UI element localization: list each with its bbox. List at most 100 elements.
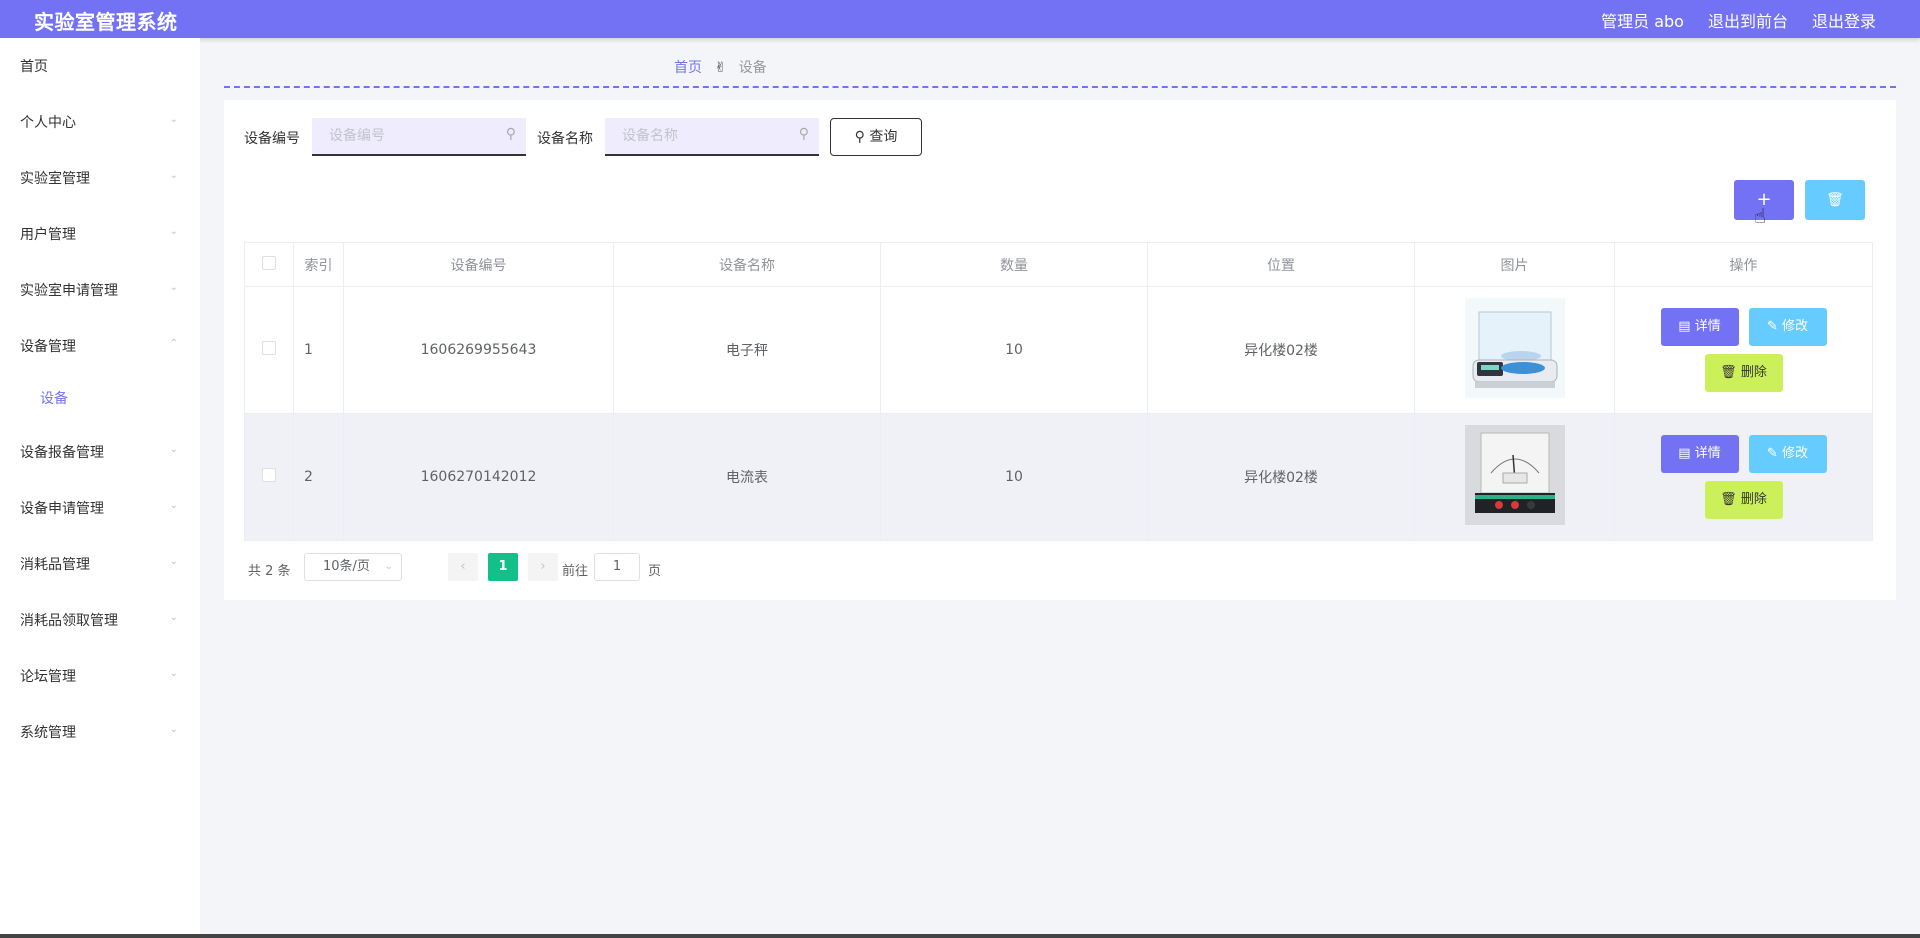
sidebar-item-consumable-pickup[interactable]: 消耗品领取管理 ⌄ (0, 600, 200, 640)
sidebar-item-label: 设备 (40, 391, 68, 407)
sidebar-item-user-management[interactable]: 用户管理 ⌄ (0, 214, 200, 254)
column-header: 操作 (1614, 242, 1873, 287)
column-header: 设备编号 (343, 242, 614, 287)
sidebar-item-home[interactable]: 首页 (0, 46, 200, 86)
select-all-checkbox[interactable] (262, 255, 276, 270)
device-code-input[interactable] (327, 118, 501, 154)
sidebar-item-personal-center[interactable]: 个人中心 ⌄ (0, 102, 200, 142)
cell-image (1414, 413, 1615, 541)
column-header: 图片 (1414, 242, 1615, 287)
chevron-down-icon: ⌄ (169, 724, 178, 735)
breadcrumb: 首页 ✌ 设备 (674, 57, 767, 77)
pagination-total: 共 2 条 (248, 564, 291, 579)
document-icon: ▤ (1678, 446, 1691, 461)
delete-button-label: 删除 (1740, 492, 1767, 507)
goto-label: 前往 (562, 564, 589, 579)
main-panel: 设备编号 ⚲ 设备名称 ⚲ ⚲ 查询 + 🗑 ☝ 索引 设备编号 设备名称 数量 (224, 100, 1896, 600)
edit-button[interactable]: ✎ 修改 (1748, 435, 1827, 473)
sidebar-item-label: 设备报备管理 (20, 445, 104, 461)
bottom-scrollbar (0, 934, 1920, 938)
prev-page-button[interactable]: ‹ (448, 553, 478, 581)
column-header: 数量 (880, 242, 1148, 287)
hand-icon: ✌ (714, 60, 727, 76)
query-button-label: 查询 (869, 129, 898, 145)
sidebar-item-system[interactable]: 系统管理 ⌄ (0, 712, 200, 752)
chevron-up-icon: ⌃ (169, 338, 178, 349)
table-row: 2 1606270142012 电流表 10 异化楼02楼 ▤ 详情 ✎ 修改 … (244, 413, 1873, 541)
trash-icon: 🗑 (1720, 492, 1737, 507)
sidebar-item-device-application[interactable]: 设备申请管理 ⌄ (0, 488, 200, 528)
cell-actions: ▤ 详情 ✎ 修改 🗑 删除 (1614, 286, 1873, 414)
chevron-down-icon: ⌄ (169, 226, 178, 237)
sidebar-item-device[interactable]: 设备 (0, 378, 200, 418)
chevron-down-icon: ⌄ (169, 114, 178, 125)
delete-button[interactable]: 🗑 删除 (1704, 354, 1783, 392)
cell-index: 2 (293, 413, 344, 541)
breadcrumb-home[interactable]: 首页 (674, 60, 702, 76)
row-checkbox[interactable] (262, 468, 276, 482)
breadcrumb-divider (224, 86, 1896, 88)
goto-page-input[interactable]: 1 (594, 553, 640, 581)
chevron-down-icon: ⌄ (169, 282, 178, 293)
detail-button[interactable]: ▤ 详情 (1660, 435, 1739, 473)
current-user[interactable]: 管理员 abo (1601, 8, 1684, 32)
select-all-cell (244, 242, 294, 287)
top-bar: 实验室管理系统 管理员 abo 退出到前台 退出登录 (0, 0, 1920, 38)
sidebar-item-lab-management[interactable]: 实验室管理 ⌄ (0, 158, 200, 198)
column-header: 设备名称 (613, 242, 881, 287)
sidebar-item-label: 个人中心 (20, 115, 76, 131)
cell-location: 异化楼02楼 (1147, 413, 1415, 541)
electronic-scale-image (1464, 298, 1565, 398)
delete-button[interactable]: 🗑 删除 (1704, 481, 1783, 519)
mouse-pointer-icon: ☝ (1754, 204, 1767, 228)
edit-button[interactable]: ✎ 修改 (1748, 308, 1827, 346)
cell-actions: ▤ 详情 ✎ 修改 🗑 删除 (1614, 413, 1873, 541)
sidebar-item-label: 消耗品管理 (20, 557, 90, 573)
pencil-icon: ✎ (1766, 319, 1778, 334)
sidebar: 首页 个人中心 ⌄ 实验室管理 ⌄ 用户管理 ⌄ 实验室申请管理 ⌄ 设备管理 … (0, 38, 200, 938)
page-size-select[interactable]: 10条/页 ⌄ (304, 553, 402, 581)
page-size-value: 10条/页 (323, 559, 370, 574)
chevron-down-icon: ⌄ (169, 500, 178, 511)
cell-image (1414, 286, 1615, 414)
edit-button-label: 修改 (1782, 319, 1809, 334)
cell-quantity: 10 (880, 413, 1148, 541)
chevron-left-icon: ‹ (460, 559, 466, 574)
chevron-down-icon: ⌄ (169, 170, 178, 181)
table-row: 1 1606269955643 电子秤 10 异化楼02楼 ▤ 详情 ✎ 修改 … (244, 286, 1873, 414)
sidebar-item-forum[interactable]: 论坛管理 ⌄ (0, 656, 200, 696)
logout-link[interactable]: 退出登录 (1812, 8, 1876, 32)
sidebar-item-lab-application[interactable]: 实验室申请管理 ⌄ (0, 270, 200, 310)
sidebar-item-label: 实验室申请管理 (20, 283, 118, 299)
page-number-current[interactable]: 1 (488, 553, 518, 581)
next-page-button[interactable]: › (528, 553, 558, 581)
breadcrumb-current: 设备 (738, 60, 767, 76)
column-header: 索引 (293, 242, 344, 287)
sidebar-item-label: 首页 (20, 59, 48, 75)
sidebar-item-label: 用户管理 (20, 227, 76, 243)
pencil-icon: ✎ (1766, 446, 1778, 461)
ammeter-image (1464, 425, 1565, 525)
cell-index: 1 (293, 286, 344, 414)
device-name-input[interactable] (620, 118, 794, 154)
table-header-row: 索引 设备编号 设备名称 数量 位置 图片 操作 (244, 242, 1873, 287)
to-front-link[interactable]: 退出到前台 (1708, 8, 1788, 32)
trash-icon: 🗑 (1720, 365, 1737, 380)
device-name-search: ⚲ (605, 118, 819, 156)
cell-device-code: 1606270142012 (343, 413, 614, 541)
sidebar-item-label: 系统管理 (20, 725, 76, 741)
batch-delete-button[interactable]: 🗑 (1805, 180, 1865, 220)
sidebar-item-consumables[interactable]: 消耗品管理 ⌄ (0, 544, 200, 584)
sidebar-item-device-management[interactable]: 设备管理 ⌃ (0, 326, 200, 366)
delete-button-label: 删除 (1740, 365, 1767, 380)
cell-device-name: 电流表 (613, 413, 881, 541)
query-button[interactable]: ⚲ 查询 (830, 118, 922, 156)
search-icon: ⚲ (854, 129, 865, 145)
sidebar-item-device-report[interactable]: 设备报备管理 ⌄ (0, 432, 200, 472)
device-name-label: 设备名称 (537, 131, 593, 147)
row-checkbox[interactable] (262, 341, 276, 355)
sidebar-item-label: 设备管理 (20, 339, 76, 355)
detail-button[interactable]: ▤ 详情 (1660, 308, 1739, 346)
chevron-down-icon: ⌄ (169, 668, 178, 679)
device-code-label: 设备编号 (244, 131, 300, 147)
